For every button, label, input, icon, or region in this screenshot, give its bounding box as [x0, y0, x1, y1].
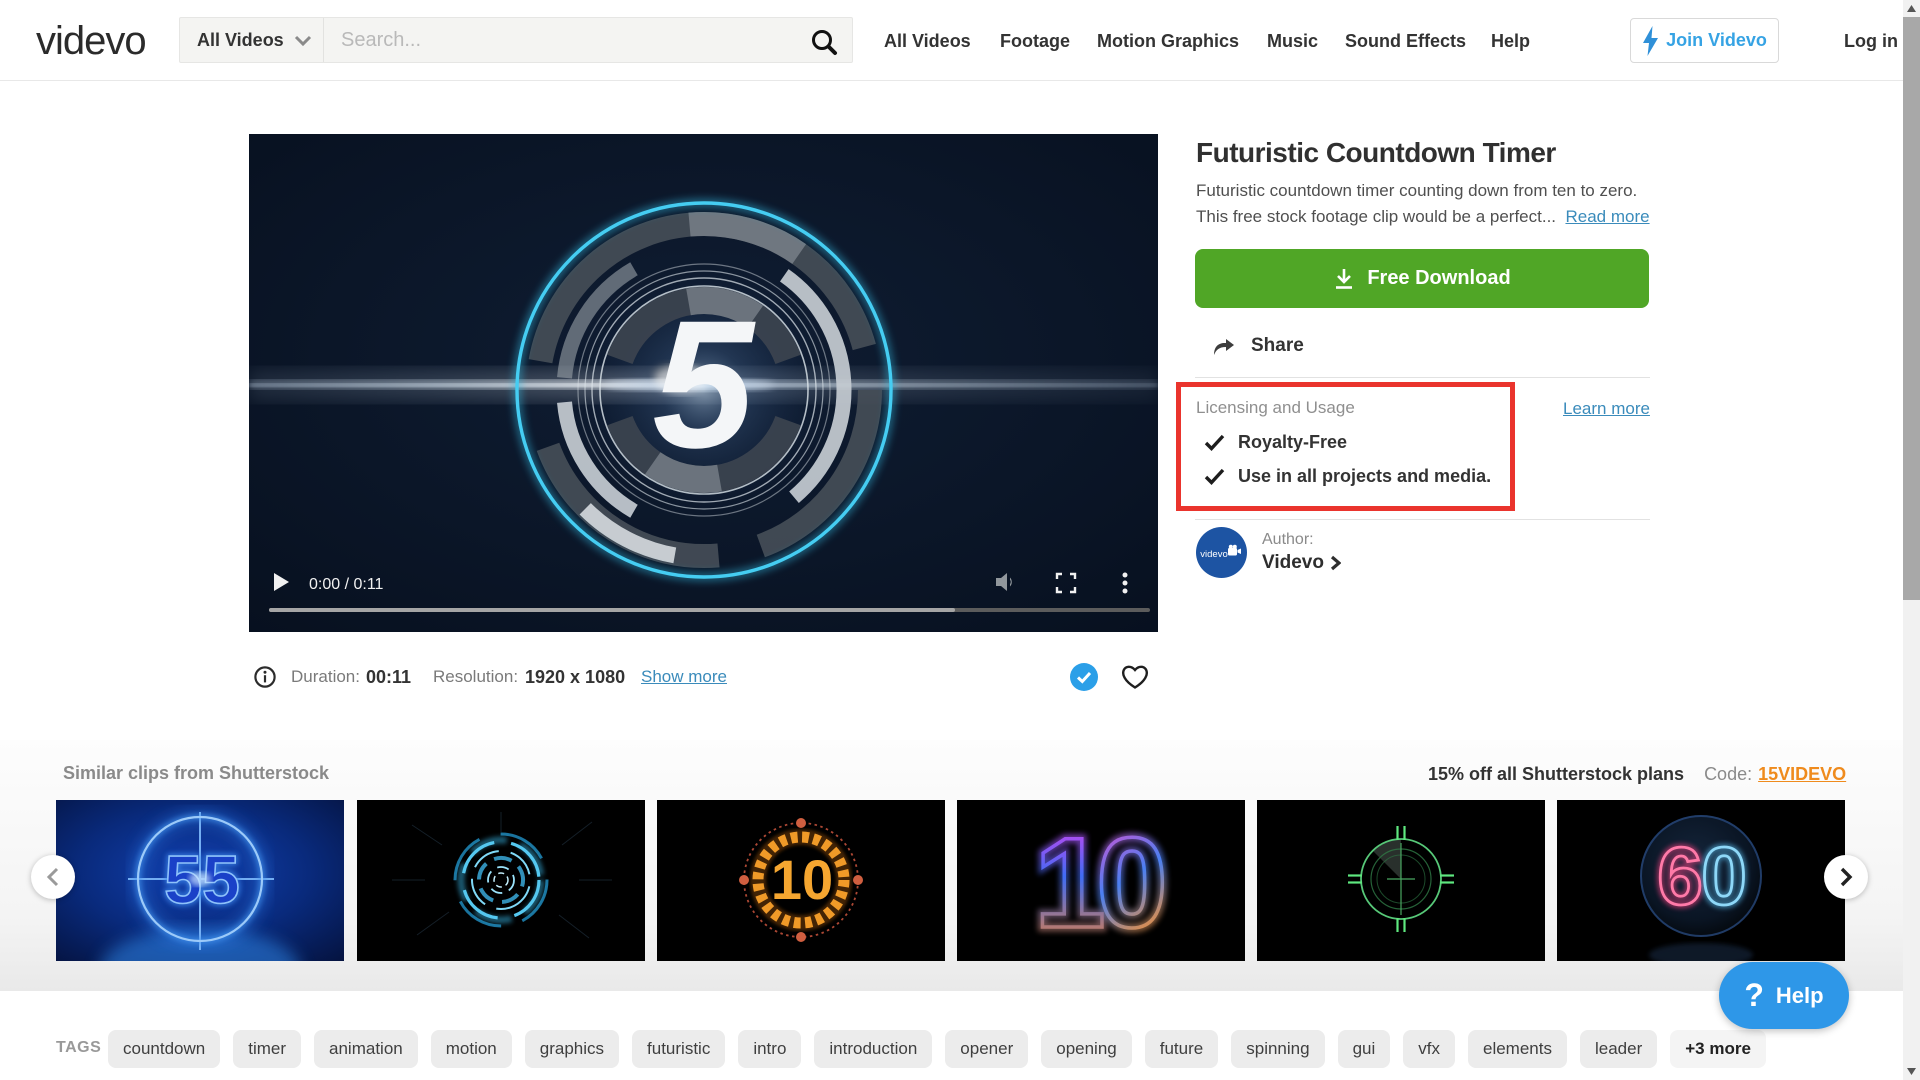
svg-text:0: 0	[1701, 831, 1747, 922]
svg-text:6: 6	[1657, 831, 1703, 922]
svg-text:10: 10	[771, 848, 833, 911]
svg-text:5: 5	[652, 282, 756, 486]
svg-text:1: 1	[1034, 812, 1105, 955]
svg-text:videvo: videvo	[1200, 549, 1227, 560]
svg-text:0:00 / 0:11: 0:00 / 0:11	[309, 576, 384, 593]
svg-text:0: 0	[1096, 812, 1167, 955]
